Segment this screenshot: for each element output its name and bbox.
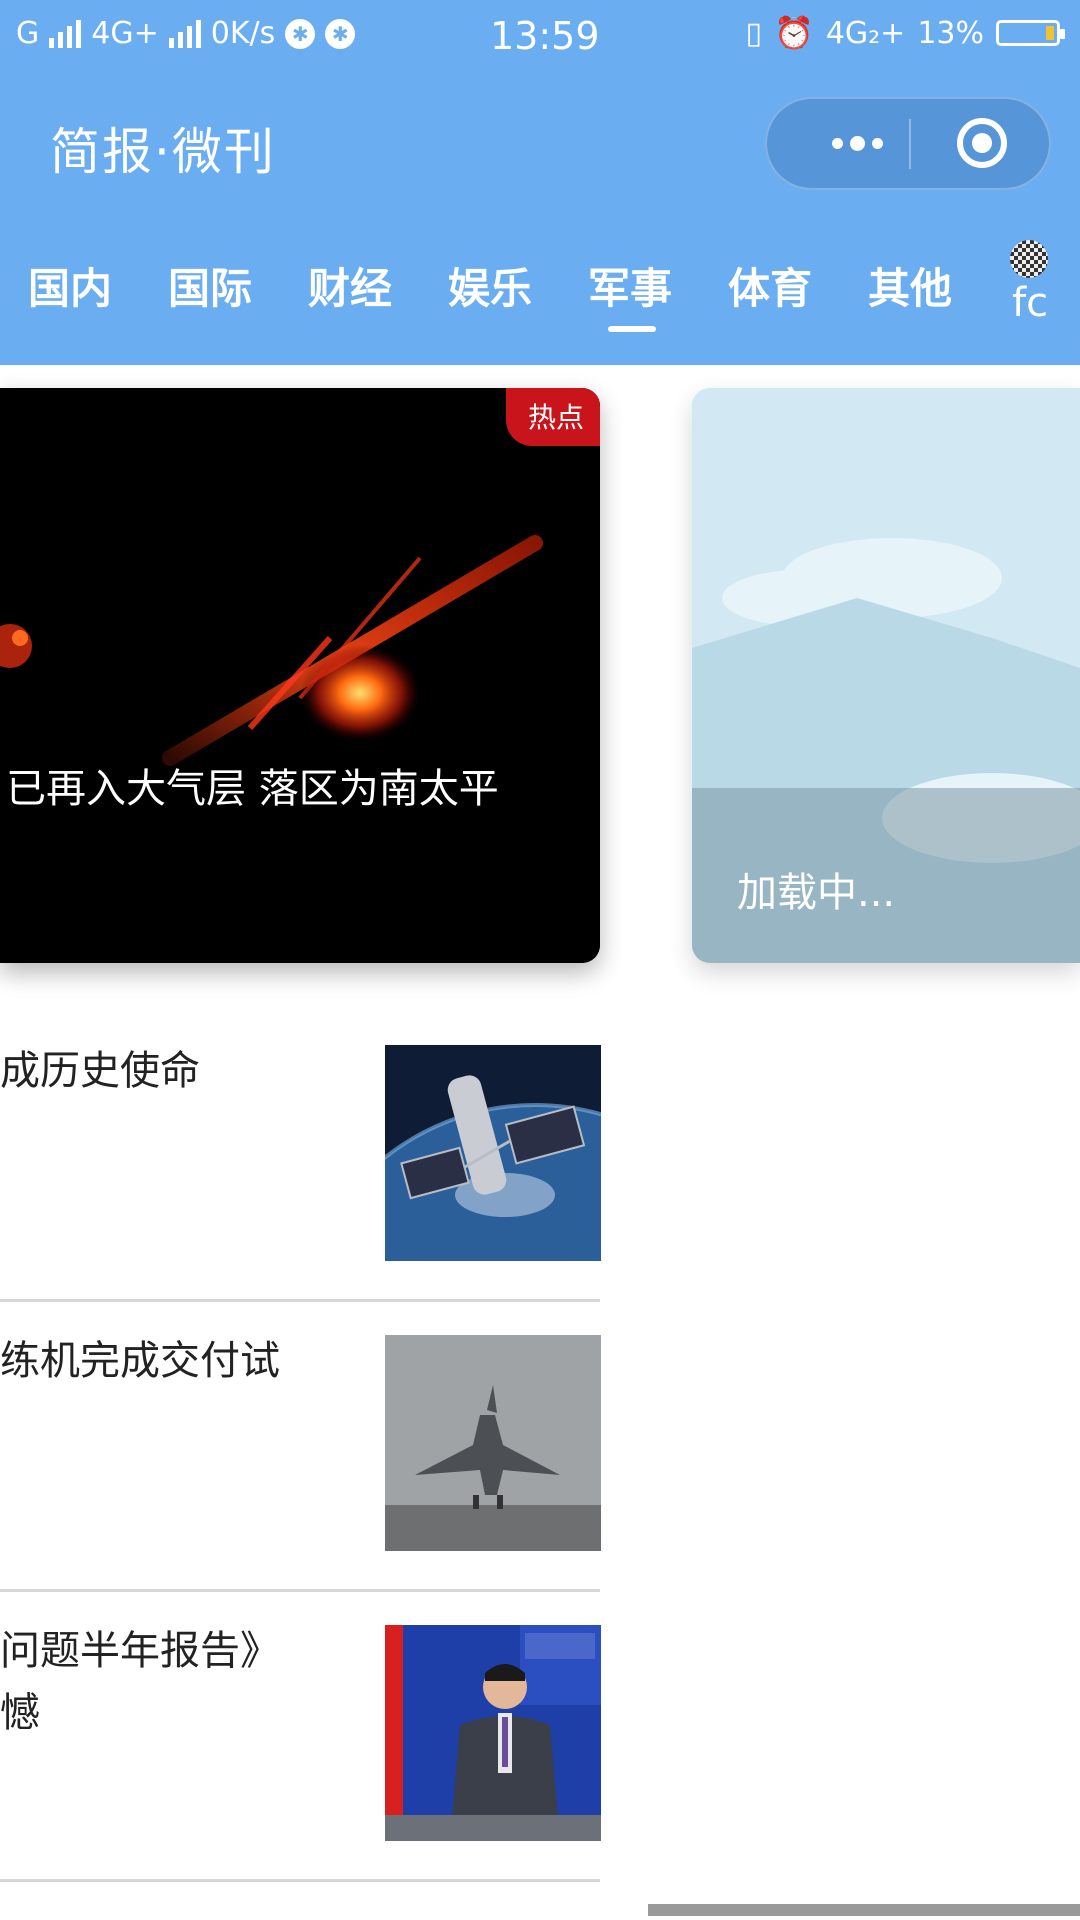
top-header: G 4G+ 0K/s ✱ ✱ 13:59 ▯ ⏰ 4G₂+ 13% 简报·微刊 … <box>0 0 1080 365</box>
hot-badge: 热点 <box>505 388 600 446</box>
app-title: 简报·微刊 <box>50 123 276 181</box>
network-right-label: 4G₂+ <box>825 15 906 51</box>
close-target-icon[interactable] <box>957 118 1007 168</box>
active-tab-indicator <box>608 326 656 332</box>
news-thumbnail <box>385 1335 601 1551</box>
tab-finance[interactable]: 财经 <box>308 255 392 316</box>
news-title: 问题半年报告》 <box>0 1628 280 1674</box>
news-item[interactable]: 问题半年报告》 憾 <box>0 1590 601 1882</box>
list-divider <box>0 1879 600 1882</box>
news-thumbnail <box>385 1625 601 1841</box>
signal-icon <box>49 19 82 48</box>
hero-caption: 已再入大气层 落区为南太平 <box>6 766 499 812</box>
tab-sports[interactable]: 体育 <box>728 255 812 316</box>
tab-international[interactable]: 国际 <box>168 255 252 316</box>
news-item[interactable]: 成历史使命 <box>0 1010 601 1302</box>
news-thumbnail <box>385 1045 601 1261</box>
capsule-divider <box>909 119 911 169</box>
network-label: 4G+ <box>91 16 159 51</box>
loading-text: 加载中... <box>737 870 896 916</box>
battery-icon <box>996 20 1065 46</box>
hero-image <box>0 388 600 963</box>
hero-card[interactable]: 热点 已再入大气层 落区为南太平 <box>0 388 600 963</box>
speed-label: 0K/s <box>210 16 276 51</box>
news-item[interactable]: 练机完成交付试 <box>0 1300 601 1592</box>
vibrate-icon: ▯ <box>745 15 762 51</box>
news-title: 成历史使命 <box>0 1048 200 1094</box>
tab-military[interactable]: 军事 <box>588 255 672 316</box>
more-dots-icon[interactable] <box>807 99 907 188</box>
sync-icon-2: ✱ <box>325 18 356 49</box>
tab-entertainment[interactable]: 娱乐 <box>448 255 532 316</box>
user-name: fc <box>1012 280 1049 326</box>
news-title-line2: 憾 <box>0 1690 40 1736</box>
loading-card[interactable]: 加载中... <box>692 388 1080 963</box>
user-profile[interactable]: fc <box>1010 240 1050 326</box>
tab-domestic[interactable]: 国内 <box>28 255 112 316</box>
tab-other[interactable]: 其他 <box>868 255 952 316</box>
avatar <box>1010 240 1048 278</box>
status-bar: G 4G+ 0K/s ✱ ✱ 13:59 ▯ ⏰ 4G₂+ 13% <box>0 0 1080 76</box>
news-title: 练机完成交付试 <box>0 1338 280 1384</box>
battery-percent: 13% <box>917 15 984 51</box>
sync-icon: ✱ <box>285 18 316 49</box>
alarm-icon: ⏰ <box>773 14 814 52</box>
horizontal-scrollbar[interactable] <box>648 1904 1080 1916</box>
status-time: 13:59 <box>490 14 600 58</box>
carrier-label: G <box>16 16 40 51</box>
mini-program-capsule <box>765 97 1051 190</box>
signal-icon-2 <box>168 19 201 48</box>
